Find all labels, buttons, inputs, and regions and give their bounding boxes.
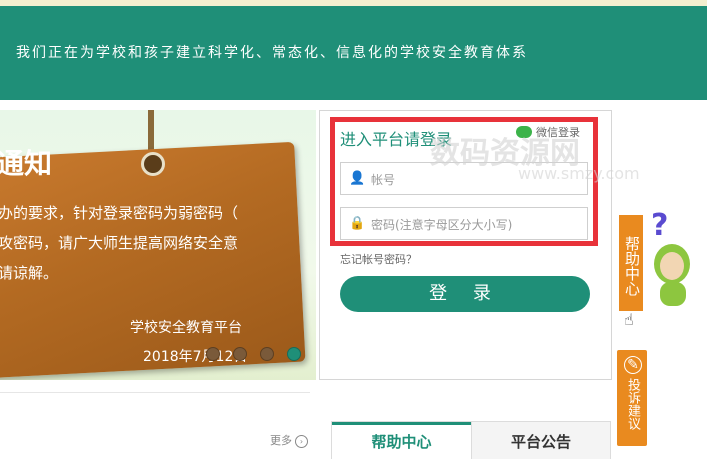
help-center-tab[interactable]: 帮助中心 xyxy=(619,215,643,311)
header-slogan: 我们正在为学校和孩子建立科学化、常态化、信息化的学校安全教育体系 xyxy=(16,45,528,61)
pointer-hand-icon: ☝ xyxy=(624,310,634,329)
notice-line-1: 办的要求，针对登录密码为弱密码（ xyxy=(0,204,239,222)
section-divider xyxy=(0,392,310,393)
board-ring xyxy=(141,152,165,176)
tab-platform-notice[interactable]: 平台公告 xyxy=(471,422,610,459)
mascot-face xyxy=(660,252,684,280)
mascot-image xyxy=(652,244,694,306)
more-label: 更多 xyxy=(270,434,292,447)
pen-icon: ✎ xyxy=(624,356,642,374)
carousel-dot[interactable] xyxy=(206,347,220,361)
notice-signature: 学校安全教育平台 xyxy=(130,320,242,336)
notice-banner[interactable]: 通知 办的要求，针对登录密码为弱密码（ 攻密码，请广大师生提高网络安全意 请谅解… xyxy=(0,110,316,380)
carousel-dot[interactable] xyxy=(260,347,275,361)
notice-line-2: 攻密码，请广大师生提高网络安全意 xyxy=(0,234,239,252)
board-rope xyxy=(148,110,154,154)
login-button[interactable]: 登 录 xyxy=(340,276,590,312)
carousel-dots xyxy=(206,346,309,365)
carousel-dot[interactable] xyxy=(233,347,248,361)
notice-line-3: 请谅解。 xyxy=(0,264,59,282)
more-link[interactable]: 更多 › xyxy=(270,432,308,448)
carousel-dot-active[interactable] xyxy=(287,347,302,361)
mascot-body xyxy=(660,282,686,306)
watermark-url: www.smzy.com xyxy=(518,164,640,183)
info-tabs: 帮助中心 平台公告 xyxy=(331,421,611,459)
notice-title: 通知 xyxy=(0,147,53,180)
question-mark-icon: ? xyxy=(651,208,669,243)
tab-help-center[interactable]: 帮助中心 xyxy=(332,422,471,459)
suggestion-label: 投诉建议 xyxy=(625,378,640,430)
chevron-right-icon: › xyxy=(295,435,308,448)
suggestion-tab[interactable]: ✎ 投诉建议 xyxy=(617,350,647,446)
site-header: 我们正在为学校和孩子建立科学化、常态化、信息化的学校安全教育体系 xyxy=(0,6,707,100)
forgot-password-link[interactable]: 忘记帐号密码？ xyxy=(340,251,417,267)
